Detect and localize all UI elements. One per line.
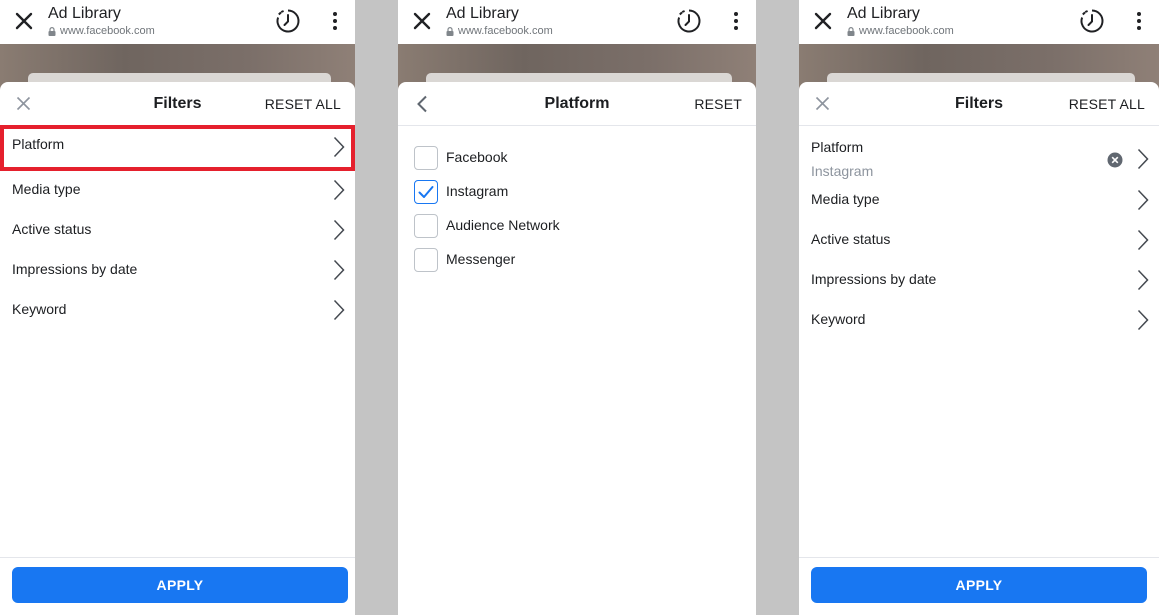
option-label: Facebook: [446, 149, 508, 165]
option-label: Messenger: [446, 251, 516, 267]
chevron-right-icon: [333, 259, 345, 281]
sheet-footer: APPLY: [0, 557, 355, 615]
filter-item-active-status[interactable]: Active status: [799, 220, 1159, 260]
browser-toolbar: Ad Library www.facebook.com: [0, 0, 355, 44]
filter-item-label: Media type: [12, 181, 81, 197]
browser-url: www.facebook.com: [48, 25, 155, 37]
filters-sheet: Filters RESET ALL Platform Media type Ac…: [0, 82, 355, 615]
checkbox[interactable]: [414, 146, 438, 170]
chevron-right-icon: [333, 179, 345, 201]
browser-url-text: www.facebook.com: [458, 25, 553, 37]
sheet-footer: APPLY: [799, 557, 1159, 615]
screen-filters-applied: Ad Library www.facebook.com Filters RESE…: [799, 0, 1159, 615]
reset-button[interactable]: RESET: [694, 96, 742, 112]
close-icon[interactable]: [410, 9, 434, 33]
filter-item-label: Active status: [811, 231, 891, 247]
filter-item-label: Platform: [12, 136, 65, 152]
filter-item-label: Keyword: [811, 311, 866, 327]
checkbox[interactable]: [414, 248, 438, 272]
platform-option-audience-network[interactable]: Audience Network: [398, 214, 756, 248]
check-icon: [418, 186, 434, 198]
browser-page-title: Ad Library: [446, 5, 519, 22]
reset-all-button[interactable]: RESET ALL: [265, 96, 341, 112]
lock-icon: [847, 26, 855, 36]
chevron-right-icon: [333, 136, 345, 158]
browser-toolbar: Ad Library www.facebook.com: [799, 0, 1159, 44]
filter-item-label: Impressions by date: [811, 271, 937, 287]
platform-option-messenger[interactable]: Messenger: [398, 248, 756, 282]
screen-platform: Ad Library www.facebook.com Platform RES…: [398, 0, 756, 615]
option-label: Instagram: [446, 183, 509, 199]
filter-item-label: Keyword: [12, 301, 67, 317]
sheet-header: Filters RESET ALL: [0, 82, 355, 126]
sheet-header: Platform RESET: [398, 82, 756, 126]
platform-sheet: Platform RESET Facebook Instagram Audien…: [398, 82, 756, 615]
screen-filters: Ad Library www.facebook.com Filters RESE…: [0, 0, 355, 615]
filter-item-label: Active status: [12, 221, 92, 237]
close-icon[interactable]: [811, 9, 835, 33]
platform-option-facebook[interactable]: Facebook: [398, 146, 756, 180]
option-label: Audience Network: [446, 217, 560, 233]
close-icon[interactable]: [12, 9, 36, 33]
more-vert-icon[interactable]: [728, 11, 744, 31]
chevron-right-icon: [1137, 189, 1149, 211]
filter-item-label: Media type: [811, 191, 880, 207]
filter-item-keyword[interactable]: Keyword: [0, 290, 355, 330]
more-vert-icon[interactable]: [1131, 11, 1147, 31]
filter-item-media-type[interactable]: Media type: [799, 180, 1159, 220]
chevron-right-icon: [333, 219, 345, 241]
chevron-right-icon: [1137, 229, 1149, 251]
platform-options: Facebook Instagram Audience Network Mess…: [398, 126, 756, 282]
history-icon[interactable]: [1079, 8, 1105, 34]
chevron-right-icon: [333, 299, 345, 321]
apply-button[interactable]: APPLY: [12, 567, 348, 603]
browser-toolbar: Ad Library www.facebook.com: [398, 0, 756, 44]
browser-page-title: Ad Library: [847, 5, 920, 22]
platform-option-instagram[interactable]: Instagram: [398, 180, 756, 214]
apply-button[interactable]: APPLY: [811, 567, 1147, 603]
filter-item-media-type[interactable]: Media type: [0, 170, 355, 210]
browser-url-text: www.facebook.com: [859, 25, 954, 37]
sheet-header: Filters RESET ALL: [799, 82, 1159, 126]
lock-icon: [446, 26, 454, 36]
browser-url: www.facebook.com: [847, 25, 954, 37]
history-icon[interactable]: [676, 8, 702, 34]
clear-circle-icon[interactable]: [1107, 152, 1123, 168]
chevron-right-icon: [1137, 269, 1149, 291]
filter-item-impressions-by-date[interactable]: Impressions by date: [0, 250, 355, 290]
browser-page-title: Ad Library: [48, 5, 121, 22]
checkbox[interactable]: [414, 214, 438, 238]
filters-sheet: Filters RESET ALL Platform Instagram Med…: [799, 82, 1159, 615]
filter-item-active-status[interactable]: Active status: [0, 210, 355, 250]
filter-item-label: Platform: [811, 139, 864, 155]
chevron-right-icon: [1137, 309, 1149, 331]
browser-url-text: www.facebook.com: [60, 25, 155, 37]
history-icon[interactable]: [275, 8, 301, 34]
browser-url: www.facebook.com: [446, 25, 553, 37]
chevron-right-icon: [1137, 148, 1149, 170]
filter-item-value: Instagram: [811, 163, 874, 179]
filter-item-keyword[interactable]: Keyword: [799, 300, 1159, 340]
more-vert-icon[interactable]: [327, 11, 343, 31]
reset-all-button[interactable]: RESET ALL: [1069, 96, 1145, 112]
checkbox[interactable]: [414, 180, 438, 204]
lock-icon: [48, 26, 56, 36]
filter-item-platform[interactable]: Platform Instagram: [799, 126, 1159, 180]
filter-item-label: Impressions by date: [12, 261, 138, 277]
filter-item-impressions-by-date[interactable]: Impressions by date: [799, 260, 1159, 300]
filter-item-platform[interactable]: Platform: [0, 126, 355, 170]
